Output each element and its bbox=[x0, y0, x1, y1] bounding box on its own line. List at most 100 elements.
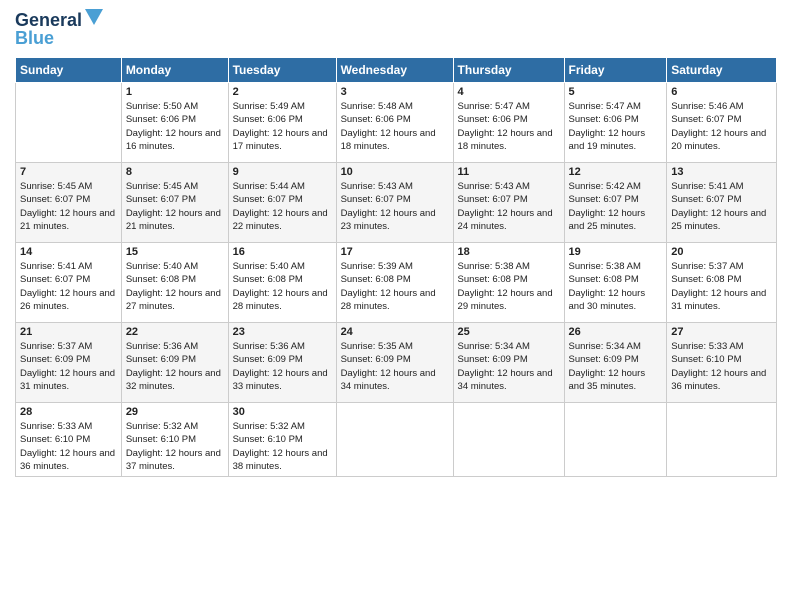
daylight: Daylight: 12 hours and 21 minutes. bbox=[126, 208, 221, 232]
day-info: Sunrise: 5:34 AMSunset: 6:09 PMDaylight:… bbox=[458, 340, 560, 393]
sunrise: Sunrise: 5:45 AM bbox=[20, 181, 92, 192]
day-number: 1 bbox=[126, 86, 224, 98]
day-info: Sunrise: 5:43 AMSunset: 6:07 PMDaylight:… bbox=[341, 180, 449, 233]
daylight: Daylight: 12 hours and 34 minutes. bbox=[458, 368, 553, 392]
daylight: Daylight: 12 hours and 27 minutes. bbox=[126, 288, 221, 312]
calendar-cell bbox=[336, 403, 453, 477]
sunrise: Sunrise: 5:37 AM bbox=[671, 261, 743, 272]
sunset: Sunset: 6:08 PM bbox=[341, 274, 411, 285]
sunset: Sunset: 6:07 PM bbox=[20, 274, 90, 285]
day-number: 13 bbox=[671, 166, 772, 178]
calendar-cell: 28Sunrise: 5:33 AMSunset: 6:10 PMDayligh… bbox=[16, 403, 122, 477]
day-info: Sunrise: 5:35 AMSunset: 6:09 PMDaylight:… bbox=[341, 340, 449, 393]
sunrise: Sunrise: 5:40 AM bbox=[126, 261, 198, 272]
calendar-cell: 17Sunrise: 5:39 AMSunset: 6:08 PMDayligh… bbox=[336, 243, 453, 323]
calendar-cell: 15 Sunrise: 5:40 AM Sunset: 6:08 PM Dayligh… bbox=[121, 243, 228, 323]
sunrise: Sunrise: 5:47 AM bbox=[458, 101, 530, 112]
daylight: Daylight: 12 hours and 38 minutes. bbox=[233, 448, 328, 472]
sunrise: Sunrise: 5:36 AM bbox=[126, 341, 198, 352]
sunrise: Sunrise: 5:43 AM bbox=[458, 181, 530, 192]
sunset: Sunset: 6:09 PM bbox=[341, 354, 411, 365]
daylight: Daylight: 12 hours and 18 minutes. bbox=[458, 128, 553, 152]
header-wednesday: Wednesday bbox=[336, 58, 453, 83]
calendar-cell: 16Sunrise: 5:40 AMSunset: 6:08 PMDayligh… bbox=[228, 243, 336, 323]
sunset: Sunset: 6:08 PM bbox=[126, 274, 196, 285]
sunset: Sunset: 6:08 PM bbox=[458, 274, 528, 285]
daylight: Daylight: 12 hours and 33 minutes. bbox=[233, 368, 328, 392]
sunset: Sunset: 6:07 PM bbox=[233, 194, 303, 205]
daylight: Daylight: 12 hours and 23 minutes. bbox=[341, 208, 436, 232]
week-row-4: 28Sunrise: 5:33 AMSunset: 6:10 PMDayligh… bbox=[16, 403, 777, 477]
daylight: Daylight: 12 hours and 18 minutes. bbox=[341, 128, 436, 152]
sunset: Sunset: 6:08 PM bbox=[233, 274, 303, 285]
day-number: 15 bbox=[126, 246, 224, 258]
daylight: Daylight: 12 hours and 37 minutes. bbox=[126, 448, 221, 472]
sunset: Sunset: 6:06 PM bbox=[341, 114, 411, 125]
calendar-cell bbox=[453, 403, 564, 477]
sunset: Sunset: 6:09 PM bbox=[569, 354, 639, 365]
day-number: 21 bbox=[20, 326, 117, 338]
calendar-cell bbox=[16, 83, 122, 163]
day-number: 25 bbox=[458, 326, 560, 338]
calendar-cell: 8Sunrise: 5:45 AMSunset: 6:07 PMDaylight… bbox=[121, 163, 228, 243]
sunset: Sunset: 6:06 PM bbox=[458, 114, 528, 125]
sunset: Sunset: 6:09 PM bbox=[20, 354, 90, 365]
sunset: Sunset: 6:09 PM bbox=[458, 354, 528, 365]
calendar-cell: 1Sunrise: 5:50 AMSunset: 6:06 PMDaylight… bbox=[121, 83, 228, 163]
day-info: Sunrise: 5:41 AMSunset: 6:07 PMDaylight:… bbox=[20, 260, 117, 313]
daylight: Daylight: 12 hours and 21 minutes. bbox=[20, 208, 115, 232]
sunrise: Sunrise: 5:33 AM bbox=[20, 421, 92, 432]
day-number: 2 bbox=[233, 86, 332, 98]
calendar-cell: 3Sunrise: 5:48 AMSunset: 6:06 PMDaylight… bbox=[336, 83, 453, 163]
day-number: 8 bbox=[126, 166, 224, 178]
day-info: Sunrise: 5:38 AMSunset: 6:08 PMDaylight:… bbox=[569, 260, 663, 313]
day-info: Sunrise: 5:47 AMSunset: 6:06 PMDaylight:… bbox=[569, 100, 663, 153]
day-info: Sunrise: 5:43 AMSunset: 6:07 PMDaylight:… bbox=[458, 180, 560, 233]
day-info: Sunrise: 5:45 AMSunset: 6:07 PMDaylight:… bbox=[20, 180, 117, 233]
calendar-cell: 5Sunrise: 5:47 AMSunset: 6:06 PMDaylight… bbox=[564, 83, 667, 163]
sunrise: Sunrise: 5:38 AM bbox=[569, 261, 641, 272]
sunset: Sunset: 6:10 PM bbox=[126, 434, 196, 445]
day-number: 30 bbox=[233, 406, 332, 418]
sunset: Sunset: 6:07 PM bbox=[569, 194, 639, 205]
sunrise: Sunrise: 5:35 AM bbox=[341, 341, 413, 352]
header-thursday: Thursday bbox=[453, 58, 564, 83]
day-number: 18 bbox=[458, 246, 560, 258]
sunrise: Sunrise: 5:39 AM bbox=[341, 261, 413, 272]
calendar-cell: 7 Sunrise: 5:45 AMSunset: 6:07 PMDaylight… bbox=[16, 163, 122, 243]
sunset: Sunset: 6:08 PM bbox=[569, 274, 639, 285]
calendar-cell: 22Sunrise: 5:36 AMSunset: 6:09 PMDayligh… bbox=[121, 323, 228, 403]
sunset: Sunset: 6:09 PM bbox=[233, 354, 303, 365]
sunset: Sunset: 6:10 PM bbox=[20, 434, 90, 445]
calendar-cell: 23Sunrise: 5:36 AMSunset: 6:09 PMDayligh… bbox=[228, 323, 336, 403]
header-monday: Monday bbox=[121, 58, 228, 83]
day-number: 10 bbox=[341, 166, 449, 178]
calendar-cell: 21Sunrise: 5:37 AMSunset: 6:09 PMDayligh… bbox=[16, 323, 122, 403]
daylight: Daylight: 12 hours and 31 minutes. bbox=[20, 368, 115, 392]
daylight: Daylight: 12 hours and 32 minutes. bbox=[126, 368, 221, 392]
sunset: Sunset: 6:06 PM bbox=[233, 114, 303, 125]
calendar-cell: 4Sunrise: 5:47 AMSunset: 6:06 PMDaylight… bbox=[453, 83, 564, 163]
day-info: Sunrise: 5:49 AMSunset: 6:06 PMDaylight:… bbox=[233, 100, 332, 153]
header-saturday: Saturday bbox=[667, 58, 777, 83]
day-number: 7 bbox=[20, 166, 117, 178]
header: General Blue bbox=[15, 10, 777, 49]
logo-blue: Blue bbox=[15, 28, 54, 49]
header-row: SundayMondayTuesdayWednesdayThursdayFrid… bbox=[16, 58, 777, 83]
daylight: Daylight: 12 hours and 35 minutes. bbox=[569, 368, 646, 392]
daylight: Daylight: 12 hours and 19 minutes. bbox=[569, 128, 646, 152]
daylight: Daylight: 12 hours and 17 minutes. bbox=[233, 128, 328, 152]
day-info: Sunrise: 5:42 AMSunset: 6:07 PMDaylight:… bbox=[569, 180, 663, 233]
sunset: Sunset: 6:07 PM bbox=[341, 194, 411, 205]
calendar-cell: 14Sunrise: 5:41 AMSunset: 6:07 PMDayligh… bbox=[16, 243, 122, 323]
day-info: Sunrise: 5:47 AM Sunset: 6:06 PM Daylight:… bbox=[458, 100, 560, 153]
day-info: Sunrise: 5:46 AMSunset: 6:07 PMDaylight:… bbox=[671, 100, 772, 153]
day-info: Sunrise: 5:36 AM Sunset: 6:09 PM Daylight:… bbox=[126, 340, 224, 393]
sunrise: Sunrise: 5:48 AM bbox=[341, 101, 413, 112]
sunset: Sunset: 6:09 PM bbox=[126, 354, 196, 365]
sunset: Sunset: 6:07 PM bbox=[671, 194, 741, 205]
day-info: Sunrise: 5:37 AMSunset: 6:08 PMDaylight:… bbox=[671, 260, 772, 313]
calendar-cell: 29Sunrise: 5:32 AMSunset: 6:10 PMDayligh… bbox=[121, 403, 228, 477]
sunset: Sunset: 6:10 PM bbox=[671, 354, 741, 365]
calendar-cell: 13Sunrise: 5:41 AMSunset: 6:07 PMDayligh… bbox=[667, 163, 777, 243]
